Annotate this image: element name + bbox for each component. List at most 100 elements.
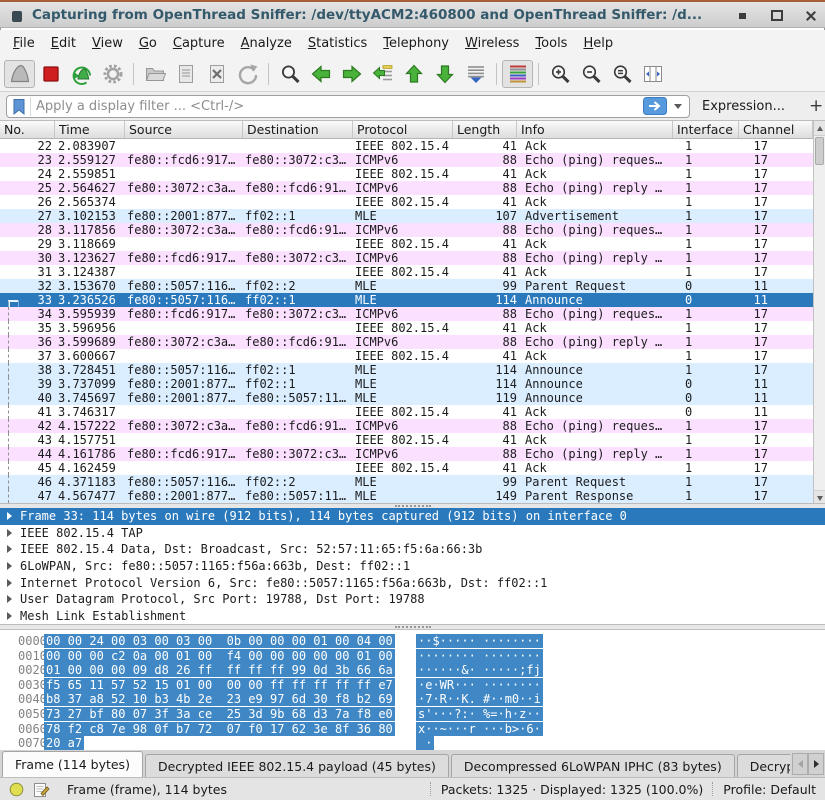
tab-scroll-left-button[interactable] xyxy=(792,753,808,775)
packet-row-39[interactable]: 393.737099fe80::2001:877…ff02::1MLE114An… xyxy=(0,377,813,391)
packet-row-35[interactable]: 353.596956IEEE 802.15.441Ack117 xyxy=(0,321,813,335)
capture-stop-button[interactable] xyxy=(35,60,66,88)
packet-row-43[interactable]: 434.157751IEEE 802.15.441Ack117 xyxy=(0,433,813,447)
packet-row-29[interactable]: 293.118669IEEE 802.15.441Ack117 xyxy=(0,237,813,251)
hex-row-0060[interactable]: 006078 f2 c8 7e 98 0f b7 72 07 f0 17 62 … xyxy=(0,722,825,737)
capture-options-button[interactable] xyxy=(97,60,128,88)
packet-row-45[interactable]: 454.162459IEEE 802.15.441Ack117 xyxy=(0,461,813,475)
hex-row-0050[interactable]: 005073 27 bf 80 07 3f 3a ce 25 3d 9b 68 … xyxy=(0,707,825,722)
hex-ascii[interactable]: ········ ········ xyxy=(416,649,543,663)
filter-dropdown-caret-icon[interactable] xyxy=(674,104,682,109)
detail-row-ieee-802154-data[interactable]: IEEE 802.15.4 Data, Dst: Broadcast, Src:… xyxy=(0,541,825,558)
column-header-channel[interactable]: Channel xyxy=(739,121,813,138)
column-header-protocol[interactable]: Protocol xyxy=(353,121,453,138)
hex-ascii[interactable]: x··~···r ···b>·6· xyxy=(416,722,543,736)
hex-bytes[interactable]: 00 00 00 c2 0a 00 01 00 f4 00 00 00 00 0… xyxy=(44,649,395,663)
zoom-reset-button[interactable] xyxy=(606,60,637,88)
menu-edit[interactable]: Edit xyxy=(43,32,84,55)
expand-arrow-icon[interactable] xyxy=(7,529,12,537)
hex-row-0070[interactable]: 007020 a7 · xyxy=(0,736,825,750)
maximize-button[interactable] xyxy=(770,9,783,22)
packet-row-22[interactable]: 222.083907IEEE 802.15.441Ack117 xyxy=(0,139,813,153)
menu-file[interactable]: File xyxy=(5,32,43,55)
packet-row-44[interactable]: 444.161786fe80::fcd6:917…fe80::3072:c3…I… xyxy=(0,447,813,461)
menu-analyze[interactable]: Analyze xyxy=(233,32,300,55)
hex-bytes[interactable]: 00 00 24 00 03 00 03 00 0b 00 00 00 01 0… xyxy=(44,634,395,648)
hex-ascii[interactable]: ·7·R··K. #··m0··i xyxy=(416,692,543,706)
scrollbar-thumb[interactable] xyxy=(815,137,824,165)
packet-row-40[interactable]: 403.745697fe80::2001:877…fe80::5057:11…M… xyxy=(0,391,813,405)
capture-restart-button[interactable] xyxy=(66,60,97,88)
expand-arrow-icon[interactable] xyxy=(7,595,12,603)
hex-bytes[interactable]: 73 27 bf 80 07 3f 3a ce 25 3d 9b 68 d3 7… xyxy=(44,707,395,721)
menu-view[interactable]: View xyxy=(84,32,131,55)
packet-row-42[interactable]: 424.157222fe80::3072:c3a…fe80::fcd6:91…I… xyxy=(0,419,813,433)
auto-scroll-button[interactable] xyxy=(460,60,491,88)
menu-telephony[interactable]: Telephony xyxy=(375,32,457,55)
file-save-button[interactable] xyxy=(170,60,201,88)
expand-arrow-icon[interactable] xyxy=(7,512,12,520)
hex-bytes[interactable]: 01 00 00 00 09 d8 26 ff ff ff ff 99 0d 3… xyxy=(44,663,395,677)
expand-arrow-icon[interactable] xyxy=(7,612,12,620)
hex-row-0000[interactable]: 000000 00 24 00 03 00 03 00 0b 00 00 00 … xyxy=(0,634,825,649)
hex-ascii[interactable]: s'···?:· %=·h·z·· xyxy=(416,707,543,721)
menu-wireless[interactable]: Wireless xyxy=(457,32,527,55)
detail-row-frame[interactable]: Frame 33: 114 bytes on wire (912 bits), … xyxy=(0,508,825,525)
file-close-button[interactable] xyxy=(201,60,232,88)
display-filter-input[interactable] xyxy=(34,98,640,115)
hex-row-0020[interactable]: 002001 00 00 00 09 d8 26 ff ff ff ff 99 … xyxy=(0,663,825,678)
go-first-button[interactable] xyxy=(398,60,429,88)
find-packet-button[interactable] xyxy=(274,60,305,88)
column-header-info[interactable]: Info xyxy=(517,121,673,138)
menu-tools[interactable]: Tools xyxy=(527,32,575,55)
expert-info-icon[interactable] xyxy=(9,782,24,797)
packet-row-32[interactable]: 323.153670fe80::5057:116…ff02::2MLE99Par… xyxy=(0,279,813,293)
profile-status-text[interactable]: Profile: Default xyxy=(723,782,816,797)
hex-ascii[interactable]: ··$····· ········ xyxy=(416,634,543,648)
scrollbar-up-arrow[interactable] xyxy=(814,121,825,136)
zoom-out-button[interactable] xyxy=(575,60,606,88)
filter-add-button[interactable]: + xyxy=(803,96,825,116)
capture-comment-icon[interactable] xyxy=(33,781,50,798)
packet-row-27[interactable]: 273.102153fe80::2001:877…ff02::1MLE107Ad… xyxy=(0,209,813,223)
minimize-button[interactable] xyxy=(736,9,749,22)
packet-row-26[interactable]: 262.565374IEEE 802.15.441Ack117 xyxy=(0,195,813,209)
packet-row-47[interactable]: 474.567477fe80::2001:877…fe80::5057:11…M… xyxy=(0,489,813,503)
packet-row-36[interactable]: 363.599689fe80::3072:c3a…fe80::fcd6:91…I… xyxy=(0,335,813,349)
packet-list-scrollbar[interactable] xyxy=(813,121,825,505)
tab-scroll-right-button[interactable] xyxy=(808,753,824,775)
byte-tab-decrypted-802154-payload[interactable]: Decrypted IEEE 802.15.4 payload (45 byte… xyxy=(145,754,449,777)
byte-tab-frame[interactable]: Frame (114 bytes) xyxy=(2,751,143,777)
hex-ascii[interactable]: ·e·WR··· ········ xyxy=(416,678,543,692)
display-filter-field[interactable] xyxy=(6,95,690,118)
hex-row-0040[interactable]: 0040b8 37 a8 52 10 b3 4b 2e 23 e9 97 6d … xyxy=(0,692,825,707)
hex-row-0030[interactable]: 0030f5 65 11 57 52 15 01 00 00 00 ff ff … xyxy=(0,678,825,693)
byte-tab-decrypted-mle[interactable]: Decrypted ML xyxy=(737,754,790,777)
detail-row-udp[interactable]: User Datagram Protocol, Src Port: 19788,… xyxy=(0,591,825,608)
go-back-button[interactable] xyxy=(305,60,336,88)
packet-row-38[interactable]: 383.728451fe80::5057:116…ff02::1MLE114An… xyxy=(0,363,813,377)
column-header-length[interactable]: Length xyxy=(453,121,517,138)
expression-button[interactable]: Expression... xyxy=(702,99,785,114)
expand-arrow-icon[interactable] xyxy=(7,562,12,570)
menu-capture[interactable]: Capture xyxy=(165,32,233,55)
file-reload-button[interactable] xyxy=(232,60,263,88)
hex-ascii[interactable]: · xyxy=(416,736,434,750)
expand-arrow-icon[interactable] xyxy=(7,545,12,553)
byte-tab-decompressed-6lowpan-iphc[interactable]: Decompressed 6LoWPAN IPHC (83 bytes) xyxy=(451,754,735,777)
hex-bytes[interactable]: f5 65 11 57 52 15 01 00 00 00 ff ff ff f… xyxy=(44,678,395,692)
go-to-packet-button[interactable] xyxy=(367,60,398,88)
column-header-destination[interactable]: Destination xyxy=(243,121,353,138)
detail-row-mle[interactable]: Mesh Link Establishment xyxy=(0,607,825,624)
detail-row-ieee-802154-tap[interactable]: IEEE 802.15.4 TAP xyxy=(0,525,825,542)
detail-row-6lowpan[interactable]: 6LoWPAN, Src: fe80::5057:1165:f56a:663b,… xyxy=(0,558,825,575)
packet-row-41[interactable]: 413.746317IEEE 802.15.441Ack011 xyxy=(0,405,813,419)
packet-row-33[interactable]: 333.236526fe80::5057:116…ff02::1MLE114An… xyxy=(0,293,813,307)
column-header-source[interactable]: Source xyxy=(125,121,243,138)
packet-row-34[interactable]: 343.595939fe80::fcd6:917…fe80::3072:c3…I… xyxy=(0,307,813,321)
packet-row-25[interactable]: 252.564627fe80::3072:c3a…fe80::fcd6:91…I… xyxy=(0,181,813,195)
hex-ascii[interactable]: ······&· ·····;fj xyxy=(416,663,543,677)
resize-columns-button[interactable] xyxy=(637,60,668,88)
packet-row-28[interactable]: 283.117856fe80::3072:c3a…fe80::fcd6:91…I… xyxy=(0,223,813,237)
hex-bytes[interactable]: 78 f2 c8 7e 98 0f b7 72 07 f0 17 62 3e 8… xyxy=(44,722,395,736)
